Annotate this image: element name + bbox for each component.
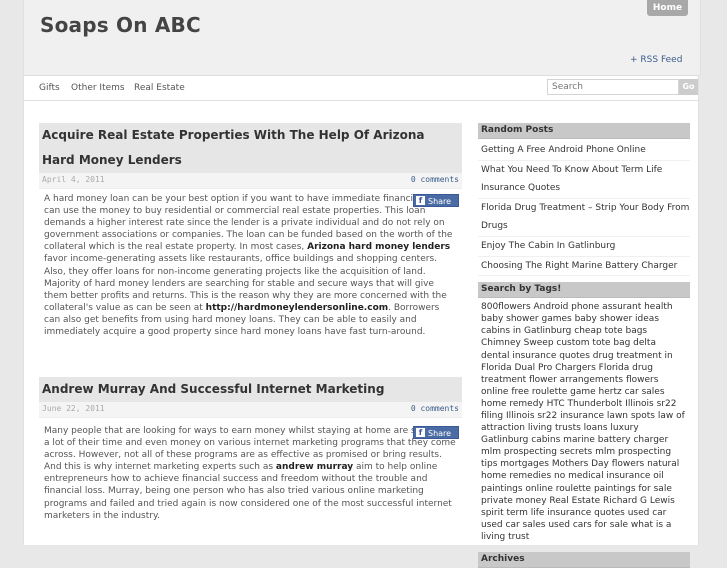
post-meta: June 22, 2011 0 comments [39,402,462,418]
search-input[interactable] [547,79,679,95]
nav-item-other-items[interactable]: Other Items [71,83,125,93]
main-nav: Gifts Other Items Real Estate Go [23,75,699,101]
site-header: Soaps On ABC Home + RSS Feed [23,0,701,75]
share-label: Share [428,429,452,438]
random-posts-list: Getting A Free Android Phone Online What… [478,141,690,277]
post-title[interactable]: Andrew Murray And Successful Internet Ma… [39,377,462,402]
home-button[interactable]: Home [647,0,688,16]
facebook-icon: f [416,196,425,205]
post-body: A hard money loan can be your best optio… [39,193,462,338]
facebook-share-button[interactable]: f Share [413,194,459,207]
nav-item-real-estate[interactable]: Real Estate [134,83,185,93]
site-title[interactable]: Soaps On ABC [40,13,201,37]
content-area: Acquire Real Estate Properties With The … [23,101,699,568]
widget-title-archives: Archives [478,552,690,568]
nav-item-gifts[interactable]: Gifts [39,83,60,93]
random-post-link[interactable]: What You Need To Know About Term Life In… [478,161,690,199]
random-post-link[interactable]: Choosing The Right Marine Battery Charge… [478,257,690,277]
share-label: Share [428,197,452,206]
widget-title-random-posts: Random Posts [478,123,690,139]
facebook-share-button[interactable]: f Share [413,426,459,439]
random-post-link[interactable]: Getting A Free Android Phone Online [478,141,690,161]
facebook-icon: f [416,428,425,437]
post-title[interactable]: Acquire Real Estate Properties With The … [39,123,462,173]
post-link[interactable]: http://hardmoneylendersonline.com [206,303,388,313]
post-comments-link[interactable]: 0 comments [411,404,459,413]
post-meta: April 4, 2011 0 comments [39,173,462,189]
post: Andrew Murray And Successful Internet Ma… [39,377,462,522]
rss-feed-link[interactable]: + RSS Feed [630,55,682,65]
search-button[interactable]: Go [679,79,698,95]
post-link[interactable]: andrew murray [276,462,353,472]
post-date: June 22, 2011 [42,404,105,413]
post-date: April 4, 2011 [42,175,105,184]
tag-cloud[interactable]: 800flowers Android phone assurant health… [478,298,690,543]
post-link[interactable]: Arizona hard money lenders [307,242,450,252]
post: Acquire Real Estate Properties With The … [39,123,462,338]
post-comments-link[interactable]: 0 comments [411,175,459,184]
widget-title-tags: Search by Tags! [478,282,690,299]
random-post-link[interactable]: Enjoy The Cabin In Gatlinburg [478,237,690,257]
sidebar: Random Posts Getting A Free Android Phon… [478,123,690,568]
post-body: Many people that are looking for ways to… [39,425,462,522]
random-post-link[interactable]: Florida Drug Treatment – Strip Your Body… [478,199,690,237]
